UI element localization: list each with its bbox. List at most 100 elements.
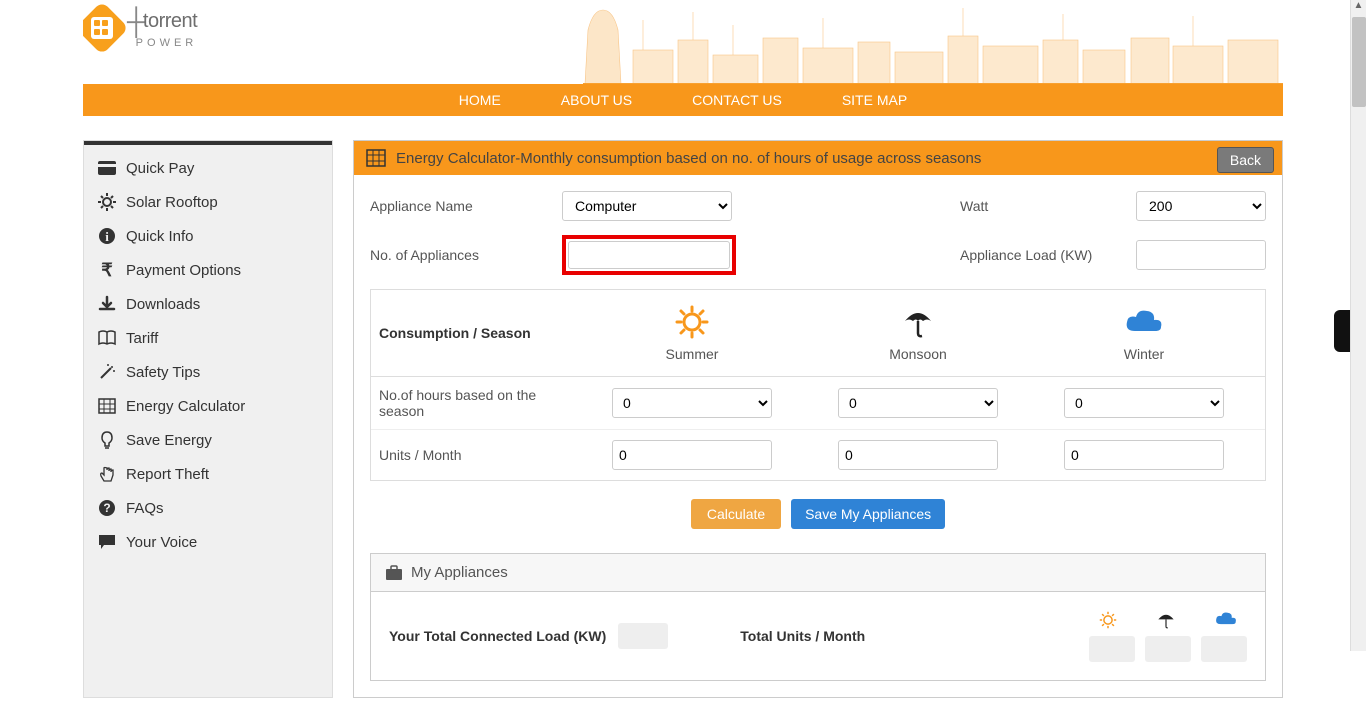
season-name: Monsoon bbox=[805, 346, 1031, 362]
sidebar-item-your-voice[interactable]: Your Voice bbox=[84, 525, 332, 559]
svg-text:?: ? bbox=[103, 501, 110, 515]
units-summer-input[interactable] bbox=[612, 440, 772, 470]
nav-about[interactable]: ABOUT US bbox=[561, 92, 632, 108]
no-appliances-label: No. of Appliances bbox=[370, 247, 550, 263]
season-col-monsoon: Monsoon bbox=[805, 304, 1031, 362]
sidebar-item-label: Energy Calculator bbox=[126, 398, 245, 415]
sidebar-item-payment[interactable]: ₹ Payment Options bbox=[84, 253, 332, 287]
sidebar-item-label: Save Energy bbox=[126, 432, 212, 449]
appliance-name-label: Appliance Name bbox=[370, 198, 550, 214]
sidebar-item-save-energy[interactable]: Save Energy bbox=[84, 423, 332, 457]
winter-total-box bbox=[1201, 636, 1247, 662]
sidebar-item-quick-pay[interactable]: Quick Pay bbox=[84, 151, 332, 185]
hours-monsoon-select[interactable]: 0 bbox=[838, 388, 998, 418]
nav-sitemap[interactable]: SITE MAP bbox=[842, 92, 907, 108]
total-load-label: Your Total Connected Load (KW) bbox=[389, 628, 606, 644]
hand-icon bbox=[98, 465, 116, 483]
calculate-button[interactable]: Calculate bbox=[691, 499, 781, 529]
cloud-icon bbox=[1031, 304, 1257, 340]
hours-summer-select[interactable]: 0 bbox=[612, 388, 772, 418]
scrollbar[interactable]: ▲ bbox=[1350, 0, 1366, 651]
units-winter-input[interactable] bbox=[1064, 440, 1224, 470]
sidebar-item-energy-calc[interactable]: Energy Calculator bbox=[84, 389, 332, 423]
season-col-summer: Summer bbox=[579, 304, 805, 362]
season-card: Consumption / Season Summer Monsoon Wint… bbox=[370, 289, 1266, 481]
nav-bar: HOME ABOUT US CONTACT US SITE MAP bbox=[83, 84, 1283, 116]
grid-icon bbox=[98, 397, 116, 415]
sidebar-item-report-theft[interactable]: Report Theft bbox=[84, 457, 332, 491]
sun-icon bbox=[579, 304, 805, 340]
save-appliances-button[interactable]: Save My Appliances bbox=[791, 499, 945, 529]
sun-icon bbox=[1098, 610, 1118, 630]
my-appliances-panel: My Appliances Your Total Connected Load … bbox=[370, 553, 1266, 681]
nav-home[interactable]: HOME bbox=[459, 92, 501, 108]
help-icon: ? bbox=[98, 499, 116, 517]
info-icon: i bbox=[98, 227, 116, 245]
sidebar-item-label: Safety Tips bbox=[126, 364, 200, 381]
sidebar-item-label: Quick Pay bbox=[126, 160, 194, 177]
season-name: Winter bbox=[1031, 346, 1257, 362]
cloud-icon bbox=[1214, 610, 1238, 630]
appliance-name-select[interactable]: Computer bbox=[562, 191, 732, 221]
bulb-icon bbox=[98, 431, 116, 449]
panel-body: Appliance Name Computer Watt 200 No. of … bbox=[353, 175, 1283, 698]
chat-icon bbox=[98, 533, 116, 551]
svg-text:i: i bbox=[105, 229, 109, 244]
back-button[interactable]: Back bbox=[1217, 147, 1274, 173]
gear-icon bbox=[98, 193, 116, 211]
book-icon bbox=[98, 329, 116, 347]
wand-icon bbox=[98, 363, 116, 381]
logo-icon bbox=[83, 1, 129, 55]
umbrella-icon bbox=[805, 304, 1031, 340]
panel-title-text: Energy Calculator-Monthly consumption ba… bbox=[396, 150, 981, 167]
units-monsoon-input[interactable] bbox=[838, 440, 998, 470]
scrollbar-thumb[interactable] bbox=[1352, 17, 1366, 107]
sidebar-item-label: Payment Options bbox=[126, 262, 241, 279]
side-tab[interactable] bbox=[1334, 310, 1350, 352]
sidebar-item-label: FAQs bbox=[126, 500, 164, 517]
logo-text: ┼torrent POWER bbox=[127, 6, 197, 49]
watt-select[interactable]: 200 bbox=[1136, 191, 1266, 221]
appliance-load-input[interactable] bbox=[1136, 240, 1266, 270]
umbrella-icon bbox=[1156, 610, 1176, 630]
nav-contact[interactable]: CONTACT US bbox=[692, 92, 782, 108]
season-header-label: Consumption / Season bbox=[379, 325, 579, 341]
header-banner: ┼torrent POWER bbox=[83, 0, 1283, 84]
units-label: Units / Month bbox=[379, 447, 579, 463]
sidebar-item-solar[interactable]: Solar Rooftop bbox=[84, 185, 332, 219]
my-appliances-title: My Appliances bbox=[371, 554, 1265, 592]
scroll-up-icon[interactable]: ▲ bbox=[1351, 0, 1366, 16]
total-load-value bbox=[618, 623, 668, 649]
sidebar-item-safety[interactable]: Safety Tips bbox=[84, 355, 332, 389]
sidebar: Quick Pay Solar Rooftop i Quick Info ₹ Pay… bbox=[83, 140, 333, 698]
total-units-label: Total Units / Month bbox=[740, 628, 865, 644]
monsoon-total-box bbox=[1145, 636, 1191, 662]
sidebar-item-downloads[interactable]: Downloads bbox=[84, 287, 332, 321]
hours-label: No.of hours based on the season bbox=[379, 387, 579, 419]
logo[interactable]: ┼torrent POWER bbox=[83, 6, 197, 49]
sidebar-item-label: Tariff bbox=[126, 330, 158, 347]
sidebar-item-faqs[interactable]: ? FAQs bbox=[84, 491, 332, 525]
sidebar-item-label: Solar Rooftop bbox=[126, 194, 218, 211]
sidebar-item-tariff[interactable]: Tariff bbox=[84, 321, 332, 355]
sidebar-item-quick-info[interactable]: i Quick Info bbox=[84, 219, 332, 253]
skyline-decoration bbox=[503, 0, 1283, 84]
watt-label: Watt bbox=[960, 198, 1120, 214]
card-icon bbox=[98, 159, 116, 177]
briefcase-icon bbox=[385, 565, 403, 581]
hours-winter-select[interactable]: 0 bbox=[1064, 388, 1224, 418]
no-appliances-input[interactable] bbox=[568, 241, 730, 269]
summer-total-box bbox=[1089, 636, 1135, 662]
sidebar-item-label: Downloads bbox=[126, 296, 200, 313]
no-appliances-highlight bbox=[562, 235, 736, 275]
season-name: Summer bbox=[579, 346, 805, 362]
panel-title: Energy Calculator-Monthly consumption ba… bbox=[353, 140, 1283, 175]
sidebar-item-label: Your Voice bbox=[126, 534, 197, 551]
season-col-winter: Winter bbox=[1031, 304, 1257, 362]
sidebar-item-label: Report Theft bbox=[126, 466, 209, 483]
rupee-icon: ₹ bbox=[98, 261, 116, 279]
grid-icon bbox=[366, 149, 386, 167]
sidebar-item-label: Quick Info bbox=[126, 228, 194, 245]
download-icon bbox=[98, 295, 116, 313]
appliance-load-label: Appliance Load (KW) bbox=[960, 247, 1120, 263]
